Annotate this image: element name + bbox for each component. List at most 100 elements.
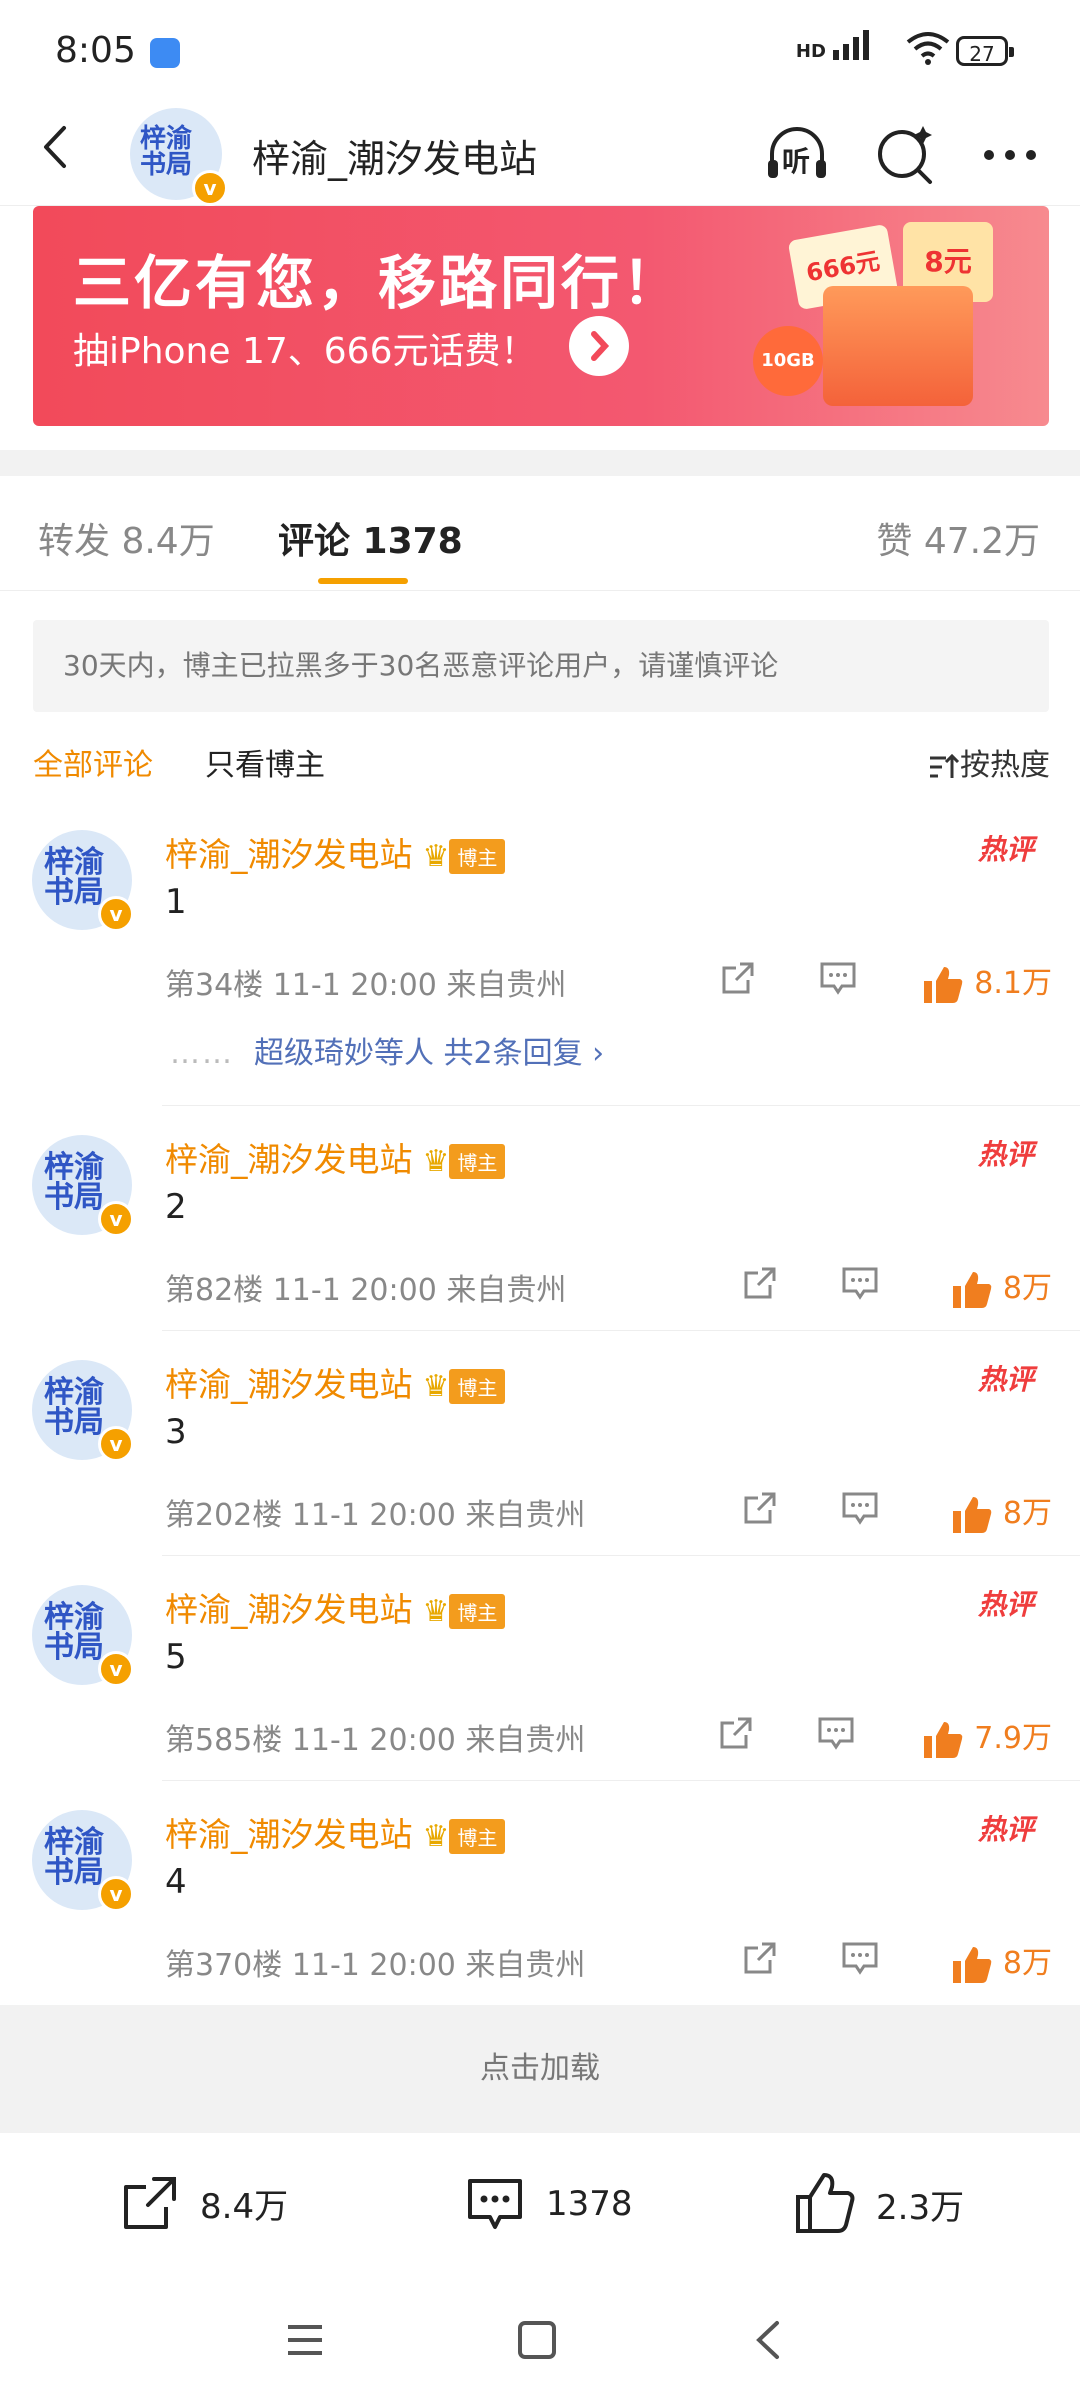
verified-badge-icon: v [98, 1201, 134, 1237]
hot-comment-badge: 热评 [977, 1138, 1034, 1171]
repost-comment-button[interactable] [740, 1263, 780, 1303]
hot-comment-badge: 热评 [977, 1813, 1034, 1846]
comment-meta: 第34楼 11-1 20:00 来自贵州 [165, 968, 567, 1003]
commenter-avatar[interactable]: 梓渝书局 v [32, 830, 134, 932]
comment-divider [162, 1330, 1080, 1331]
tab-likes[interactable]: 赞 47.2万 [876, 512, 1040, 564]
banner-arrow-button[interactable] [569, 316, 629, 376]
comment-notice: 30天内，博主已拉黑多于30名恶意评论用户，请谨慎评论 [33, 620, 1049, 712]
search-button[interactable] [870, 120, 940, 190]
more-dots-icon [984, 150, 1036, 160]
back-chevron-icon [756, 2321, 779, 2359]
status-bar: 8:05 HD 27 [0, 0, 1080, 100]
replies-link[interactable]: …… 超级琦妙等人 共2条回复 › [170, 1028, 604, 1072]
reply-comment-button[interactable] [818, 958, 858, 998]
notification-app-icon [150, 38, 180, 68]
hot-comment-badge: 热评 [977, 1588, 1034, 1621]
filter-blogger-only[interactable]: 只看博主 [205, 740, 325, 784]
repost-comment-button[interactable] [718, 958, 758, 998]
commenter-name[interactable]: 梓渝_潮汐发电站 ♛ 博主 [165, 1583, 506, 1631]
page-title[interactable]: 梓渝_潮汐发电站 [252, 128, 537, 183]
home-nav-button[interactable] [512, 2315, 562, 2365]
like-button[interactable]: 8万 [951, 1938, 1052, 1985]
comment-item: 梓渝书局 v 梓渝_潮汐发电站 ♛ 博主 热评 4 第370楼 11-1 20:00… [0, 1800, 1080, 2000]
system-nav-bar [0, 2275, 1080, 2400]
crown-icon: ♛ [422, 1369, 450, 1404]
share-icon [744, 1267, 776, 1299]
battery-indicator: 27 [956, 36, 1014, 66]
search-icon [878, 126, 932, 184]
chevron-right-icon [591, 331, 610, 361]
back-arrow-icon [44, 126, 66, 168]
blogger-avatar[interactable]: 梓渝书局 v [130, 108, 228, 206]
comment-icon [818, 1717, 854, 1750]
tabs-divider [0, 590, 1080, 591]
verified-badge-icon: v [98, 1426, 134, 1462]
like-button[interactable]: 8万 [951, 1488, 1052, 1535]
commenter-name[interactable]: 梓渝_潮汐发电站 ♛ 博主 [165, 828, 506, 876]
like-button[interactable]: 8.1万 [922, 958, 1052, 1005]
comment-icon [842, 1492, 878, 1525]
banner-headline: 三亿有您，移路同行！ [73, 249, 684, 317]
repost-button[interactable]: 8.4万 [118, 2171, 288, 2235]
crown-icon: ♛ [422, 1144, 450, 1179]
sort-button[interactable]: 按热度 [928, 740, 1050, 784]
back-button[interactable] [32, 122, 82, 172]
verified-badge-icon: v [98, 896, 134, 932]
back-nav-button[interactable] [745, 2315, 795, 2365]
share-icon [124, 2177, 176, 2229]
comment-item: 梓渝书局 v 梓渝_潮汐发电站 ♛ 博主 热评 5 第585楼 11-1 20:00… [0, 1575, 1080, 1781]
wifi-icon [904, 28, 952, 72]
commenter-avatar[interactable]: 梓渝书局 v [32, 1135, 134, 1237]
like-count: 2.3万 [876, 2187, 965, 2228]
avatar-text: 梓渝书局 [140, 124, 193, 180]
commenter-avatar[interactable]: 梓渝书局 v [32, 1810, 134, 1912]
bottom-action-bar: 8.4万 1378 2.3万 [0, 2133, 1080, 2273]
crown-icon: ♛ [422, 1819, 450, 1854]
commenter-name[interactable]: 梓渝_潮汐发电站 ♛ 博主 [165, 1133, 506, 1181]
filter-all-comments[interactable]: 全部评论 [33, 740, 153, 784]
comment-divider [162, 1780, 1080, 1781]
comment-meta: 第82楼 11-1 20:00 来自贵州 [165, 1273, 567, 1308]
commenter-name[interactable]: 梓渝_潮汐发电站 ♛ 博主 [165, 1358, 506, 1406]
comment-button[interactable]: 1378 [462, 2171, 633, 2237]
verified-badge-icon: v [192, 170, 228, 206]
reply-comment-button[interactable] [840, 1488, 880, 1528]
promo-banner[interactable]: 三亿有您，移路同行！ 抽iPhone 17、666元话费！ 666元 8元 10… [33, 206, 1049, 426]
comment-item: 梓渝书局 v 梓渝_潮汐发电站 ♛ 博主 热评 2 第82楼 11-1 20:00 … [0, 1125, 1080, 1331]
tab-reposts[interactable]: 转发 8.4万 [38, 512, 215, 564]
banner-art-label: 10GB [753, 326, 823, 396]
menu-nav-button[interactable] [280, 2315, 330, 2365]
comment-divider [162, 1105, 1080, 1106]
commenter-avatar[interactable]: 梓渝书局 v [32, 1585, 134, 1687]
blogger-tag: 博主 [449, 1369, 506, 1404]
repost-comment-button[interactable] [740, 1488, 780, 1528]
reply-comment-button[interactable] [816, 1713, 856, 1753]
comment-item: 梓渝书局 v 梓渝_潮汐发电站 ♛ 博主 热评 3 第202楼 11-1 20:00… [0, 1350, 1080, 1556]
comment-meta: 第370楼 11-1 20:00 来自贵州 [165, 1948, 586, 1983]
like-post-button[interactable]: 2.3万 [792, 2171, 964, 2237]
comment-text: 4 [165, 1862, 187, 1902]
reply-comment-button[interactable] [840, 1938, 880, 1978]
reply-comment-button[interactable] [840, 1263, 880, 1303]
comment-icon [842, 1267, 878, 1300]
commenter-name[interactable]: 梓渝_潮汐发电站 ♛ 博主 [165, 1808, 506, 1856]
repost-comment-button[interactable] [716, 1713, 756, 1753]
share-icon [744, 1942, 776, 1974]
repost-comment-button[interactable] [740, 1938, 780, 1978]
more-button[interactable] [975, 120, 1045, 190]
comment-divider [162, 1555, 1080, 1556]
listen-button[interactable]: 听 [762, 120, 832, 190]
like-button[interactable]: 7.9万 [922, 1713, 1052, 1760]
commenter-avatar[interactable]: 梓渝书局 v [32, 1360, 134, 1462]
load-more-button[interactable]: 点击加载 [0, 2005, 1080, 2133]
comment-icon [820, 962, 856, 995]
comment-text: 2 [165, 1187, 187, 1227]
blogger-tag: 博主 [449, 1819, 506, 1854]
like-button[interactable]: 8万 [951, 1263, 1052, 1310]
banner-subline: 抽iPhone 17、666元话费！ [73, 331, 537, 372]
comment-text: 3 [165, 1412, 187, 1452]
tab-comments[interactable]: 评论 1378 [278, 512, 463, 564]
hot-comment-badge: 热评 [977, 1363, 1034, 1396]
crown-icon: ♛ [422, 1594, 450, 1629]
